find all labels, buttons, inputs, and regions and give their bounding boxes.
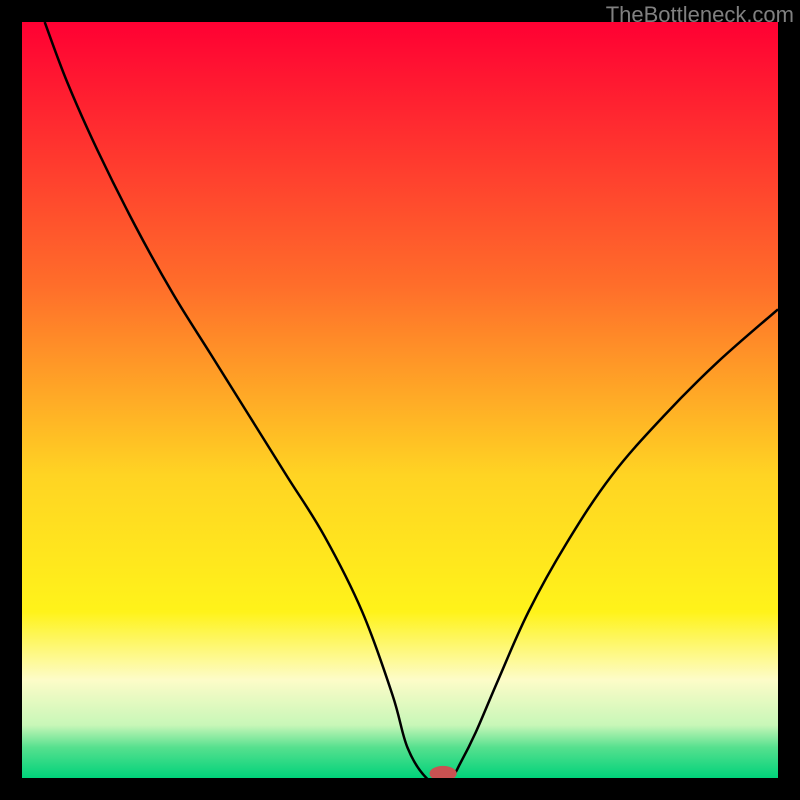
gradient-background [22, 22, 778, 778]
watermark-text: TheBottleneck.com [606, 2, 794, 28]
plot-area [22, 22, 778, 778]
chart-svg [22, 22, 778, 778]
bottleneck-chart: TheBottleneck.com [0, 0, 800, 800]
